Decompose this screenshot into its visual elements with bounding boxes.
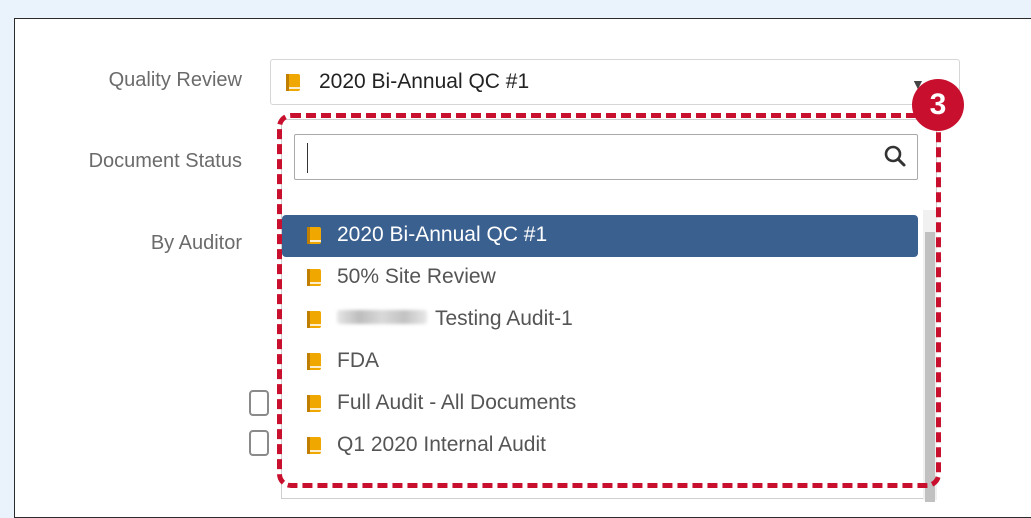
book-icon — [306, 226, 322, 245]
book-icon — [306, 394, 322, 413]
dropdown-search[interactable] — [294, 134, 918, 180]
book-icon — [306, 268, 322, 287]
list-item[interactable]: Q1 2020 Internal Audit — [282, 425, 922, 467]
book-icon — [306, 310, 322, 329]
checkbox-2[interactable] — [249, 430, 269, 456]
scrollbar-thumb[interactable] — [925, 232, 935, 502]
step-number-badge: 3 — [912, 79, 964, 131]
checkbox-1[interactable] — [249, 390, 269, 416]
quality-review-select[interactable]: 2020 Bi-Annual QC #1 ▼ — [270, 59, 960, 105]
list-item-label: Testing Audit-1 — [435, 307, 573, 330]
list-item[interactable]: 2020 Bi-Annual QC #1 — [282, 215, 918, 257]
list-item-label: 50% Site Review — [337, 265, 496, 288]
dropdown-scrollbar[interactable] — [923, 210, 937, 502]
search-icon[interactable] — [883, 144, 907, 168]
book-icon — [306, 352, 322, 371]
list-item[interactable]: Testing Audit-1 — [282, 299, 922, 341]
book-icon — [285, 73, 301, 92]
document-status-label: Document Status — [88, 150, 242, 172]
list-item[interactable]: 50% Site Review — [282, 257, 922, 299]
list-item-label: FDA — [337, 349, 379, 372]
selected-value: 2020 Bi-Annual QC #1 — [319, 70, 530, 93]
quality-review-dropdown: 2020 Bi-Annual QC #1 50% Site Review Tes… — [281, 119, 937, 502]
dropdown-list: 2020 Bi-Annual QC #1 50% Site Review Tes… — [282, 215, 922, 467]
list-item-label: Full Audit - All Documents — [337, 391, 577, 414]
quality-review-label: Quality Review — [108, 69, 242, 91]
by-auditor-label: By Auditor — [150, 232, 242, 254]
list-item[interactable]: Full Audit - All Documents — [282, 383, 922, 425]
list-item-label: Q1 2020 Internal Audit — [337, 433, 546, 456]
list-item-text: Testing Audit-1 — [337, 307, 573, 331]
book-icon — [306, 436, 322, 455]
redacted-text — [337, 310, 427, 325]
list-item-label: 2020 Bi-Annual QC #1 — [337, 223, 548, 246]
list-item[interactable]: FDA — [282, 341, 922, 383]
search-input[interactable] — [303, 143, 863, 171]
